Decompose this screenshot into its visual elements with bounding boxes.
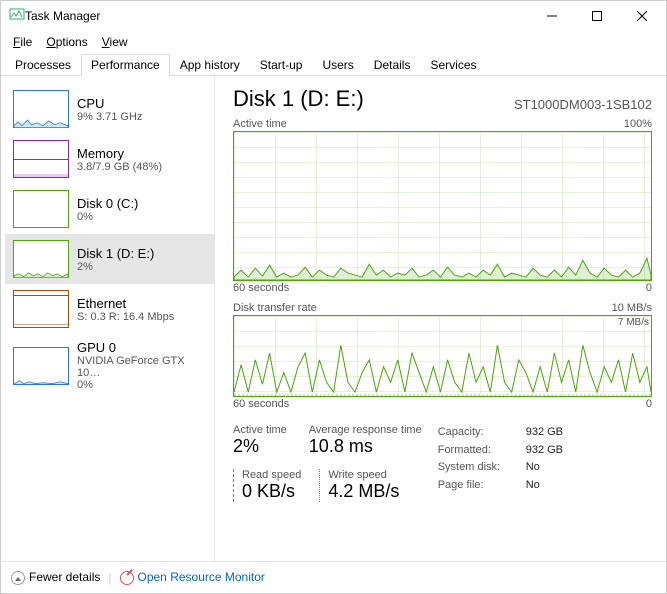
transfer-rate-chart: 7 MB/s	[233, 315, 652, 397]
separator: |	[108, 571, 111, 585]
chart2-max: 10 MB/s	[612, 302, 652, 314]
sidebar-item-label: GPU 0	[77, 340, 210, 355]
active-time-chart	[233, 131, 652, 281]
tab-performance[interactable]: Performance	[81, 54, 170, 76]
chart1-xleft: 60 seconds	[233, 282, 289, 294]
stat-active-time: Active time 2%	[233, 424, 287, 457]
close-button[interactable]	[619, 2, 664, 30]
sidebar-item-sub: 9% 3.71 GHz	[77, 111, 142, 123]
sidebar-item-ethernet[interactable]: EthernetS: 0.3 R: 16.4 Mbps	[5, 284, 214, 334]
sidebar-item-disk0[interactable]: Disk 0 (C:)0%	[5, 184, 214, 234]
disk-model: ST1000DM003-1SB102	[514, 97, 652, 112]
sidebar-item-sub: NVIDIA GeForce GTX 10…	[77, 355, 210, 379]
chart1-xright: 0	[646, 282, 652, 294]
ethernet-thumb-icon	[13, 290, 69, 328]
app-icon	[9, 7, 25, 26]
chevron-up-icon	[11, 571, 25, 585]
chart2-xleft: 60 seconds	[233, 398, 289, 410]
maximize-button[interactable]	[574, 2, 619, 30]
minimize-button[interactable]	[529, 2, 574, 30]
sidebar-item-label: CPU	[77, 96, 142, 111]
sidebar: CPU9% 3.71 GHz Memory3.8/7.9 GB (48%) Di…	[1, 76, 215, 561]
titlebar: Task Manager	[1, 1, 666, 31]
sidebar-item-gpu[interactable]: GPU 0NVIDIA GeForce GTX 10…0%	[5, 334, 214, 397]
page-title: Disk 1 (D: E:)	[233, 86, 364, 112]
sidebar-item-sub2: 0%	[77, 379, 210, 391]
sidebar-item-sub: 0%	[77, 211, 138, 223]
chart1-label: Active time	[233, 118, 287, 130]
window-title: Task Manager	[25, 9, 529, 23]
footer: Fewer details | Open Resource Monitor	[1, 561, 666, 593]
stat-avg-response: Average response time 10.8 ms	[309, 424, 422, 457]
tab-app-history[interactable]: App history	[170, 54, 250, 76]
tab-details[interactable]: Details	[364, 54, 421, 76]
sidebar-item-label: Disk 0 (C:)	[77, 196, 138, 211]
menu-options[interactable]: Options	[40, 33, 93, 51]
open-resource-monitor-link[interactable]: Open Resource Monitor	[120, 570, 265, 585]
memory-thumb-icon	[13, 140, 69, 178]
chart2-label: Disk transfer rate	[233, 302, 317, 314]
disk-properties: Capacity:932 GB Formatted:932 GB System …	[438, 424, 563, 502]
tab-processes[interactable]: Processes	[5, 54, 81, 76]
sidebar-item-label: Memory	[77, 146, 162, 161]
fewer-details-button[interactable]: Fewer details	[11, 570, 100, 585]
tab-bar: Processes Performance App history Start-…	[1, 53, 666, 76]
tab-users[interactable]: Users	[312, 54, 363, 76]
menubar: File Options View	[1, 31, 666, 53]
sidebar-item-label: Ethernet	[77, 296, 174, 311]
gpu-thumb-icon	[13, 347, 69, 385]
chart1-max: 100%	[624, 118, 652, 130]
sidebar-item-memory[interactable]: Memory3.8/7.9 GB (48%)	[5, 134, 214, 184]
resource-monitor-icon	[120, 571, 134, 585]
disk-thumb-icon	[13, 240, 69, 278]
menu-view[interactable]: View	[96, 33, 134, 51]
sidebar-item-label: Disk 1 (D: E:)	[77, 246, 154, 261]
tab-startup[interactable]: Start-up	[250, 54, 313, 76]
sidebar-item-cpu[interactable]: CPU9% 3.71 GHz	[5, 84, 214, 134]
sidebar-item-sub: 3.8/7.9 GB (48%)	[77, 161, 162, 173]
tab-services[interactable]: Services	[420, 54, 486, 76]
menu-file[interactable]: File	[7, 33, 38, 51]
stat-write-speed: Write speed 4.2 MB/s	[319, 469, 399, 502]
stats-panel: Active time 2% Average response time 10.…	[233, 424, 652, 502]
main-panel: Disk 1 (D: E:) ST1000DM003-1SB102 Active…	[214, 76, 666, 561]
sidebar-item-disk1[interactable]: Disk 1 (D: E:)2%	[5, 234, 214, 284]
cpu-thumb-icon	[13, 90, 69, 128]
sidebar-item-sub: S: 0.3 R: 16.4 Mbps	[77, 311, 174, 323]
disk-thumb-icon	[13, 190, 69, 228]
stat-read-speed: Read speed 0 KB/s	[233, 469, 301, 502]
chart2-xright: 0	[646, 398, 652, 410]
sidebar-item-sub: 2%	[77, 261, 154, 273]
